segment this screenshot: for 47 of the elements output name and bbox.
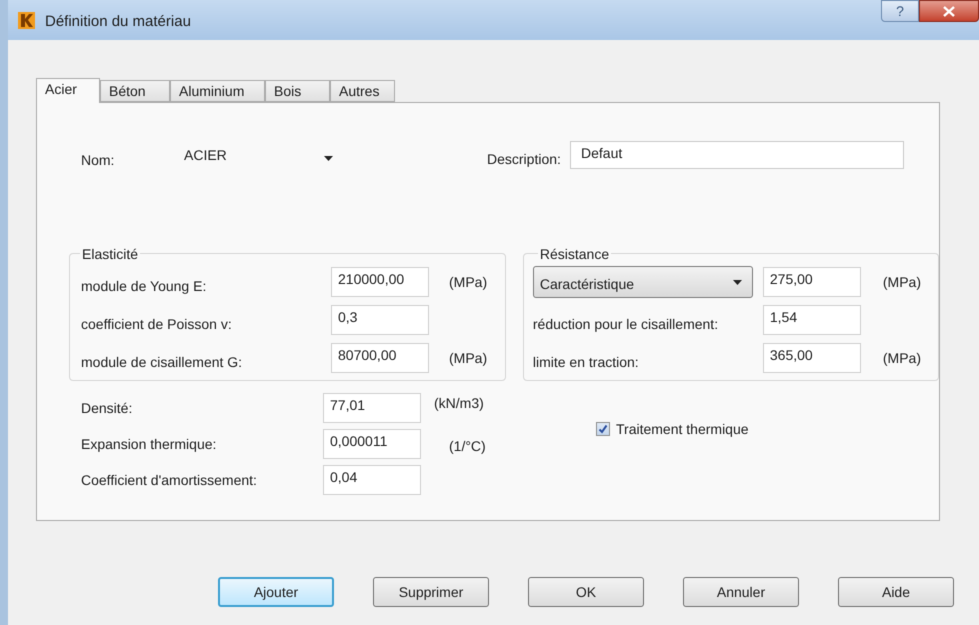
close-button[interactable] [919, 0, 979, 22]
app-logo-icon [18, 12, 35, 29]
strength-dropdown[interactable]: Caractéristique [532, 266, 753, 298]
close-icon [943, 6, 955, 16]
dropdown-arrow-icon [732, 280, 742, 284]
dialog-button[interactable]: Ajouter [218, 577, 334, 607]
field-label: Densité: [81, 398, 134, 418]
tab[interactable]: Acier [36, 78, 100, 103]
heat-treatment-checkbox[interactable] [596, 422, 610, 436]
tab[interactable]: Bois [265, 80, 330, 102]
field-label: module de cisaillement G: [81, 352, 244, 372]
unit-label: (MPa) [449, 272, 488, 292]
unit-label: (MPa) [882, 348, 921, 368]
value-field[interactable]: 77,01 [323, 393, 421, 423]
value-field[interactable]: 0,04 [323, 465, 421, 495]
tab[interactable]: Aluminium [170, 80, 265, 102]
value-field[interactable]: 275,00 [762, 267, 861, 297]
dialog-button[interactable]: OK [528, 577, 644, 607]
name-dropdown[interactable]: ACIER [184, 142, 341, 168]
checkbox-label: Traitement thermique [616, 420, 749, 439]
unit-label: (MPa) [449, 348, 488, 368]
field-label: Expansion thermique: [81, 434, 218, 454]
dialog-button[interactable]: Annuler [683, 577, 799, 607]
unit-label: (kN/m3) [434, 394, 484, 413]
value-field[interactable]: 80700,00 [331, 343, 429, 373]
value-field[interactable]: 1,54 [762, 305, 861, 335]
dialog-button[interactable]: Supprimer [373, 577, 489, 607]
field-label: Description: [487, 150, 562, 169]
value-field[interactable]: 0,3 [331, 305, 429, 335]
value-field[interactable]: 0,000011 [323, 429, 421, 459]
field-label: coefficient de Poisson v: [81, 314, 233, 334]
value-field[interactable]: 365,00 [762, 343, 861, 373]
field-label: Nom: [81, 150, 116, 170]
value-field[interactable]: 210000,00 [331, 267, 429, 297]
field-label: limite en traction: [532, 352, 640, 372]
tab[interactable]: Béton [100, 80, 170, 102]
window-title: Définition du matériau [45, 12, 191, 32]
dialog-button[interactable]: Aide [838, 577, 954, 607]
field-label: module de Young E: [81, 276, 208, 296]
tab[interactable]: Autres [330, 80, 395, 102]
field-label: Coefficient d'amortissement: [81, 470, 258, 490]
unit-label: (1/°C) [449, 436, 486, 456]
unit-label: (MPa) [882, 272, 921, 292]
description-field[interactable]: Defaut [570, 141, 904, 169]
dropdown-arrow-icon [324, 156, 333, 160]
help-button[interactable]: ? [881, 0, 919, 22]
field-label: réduction pour le cisaillement: [532, 314, 720, 334]
